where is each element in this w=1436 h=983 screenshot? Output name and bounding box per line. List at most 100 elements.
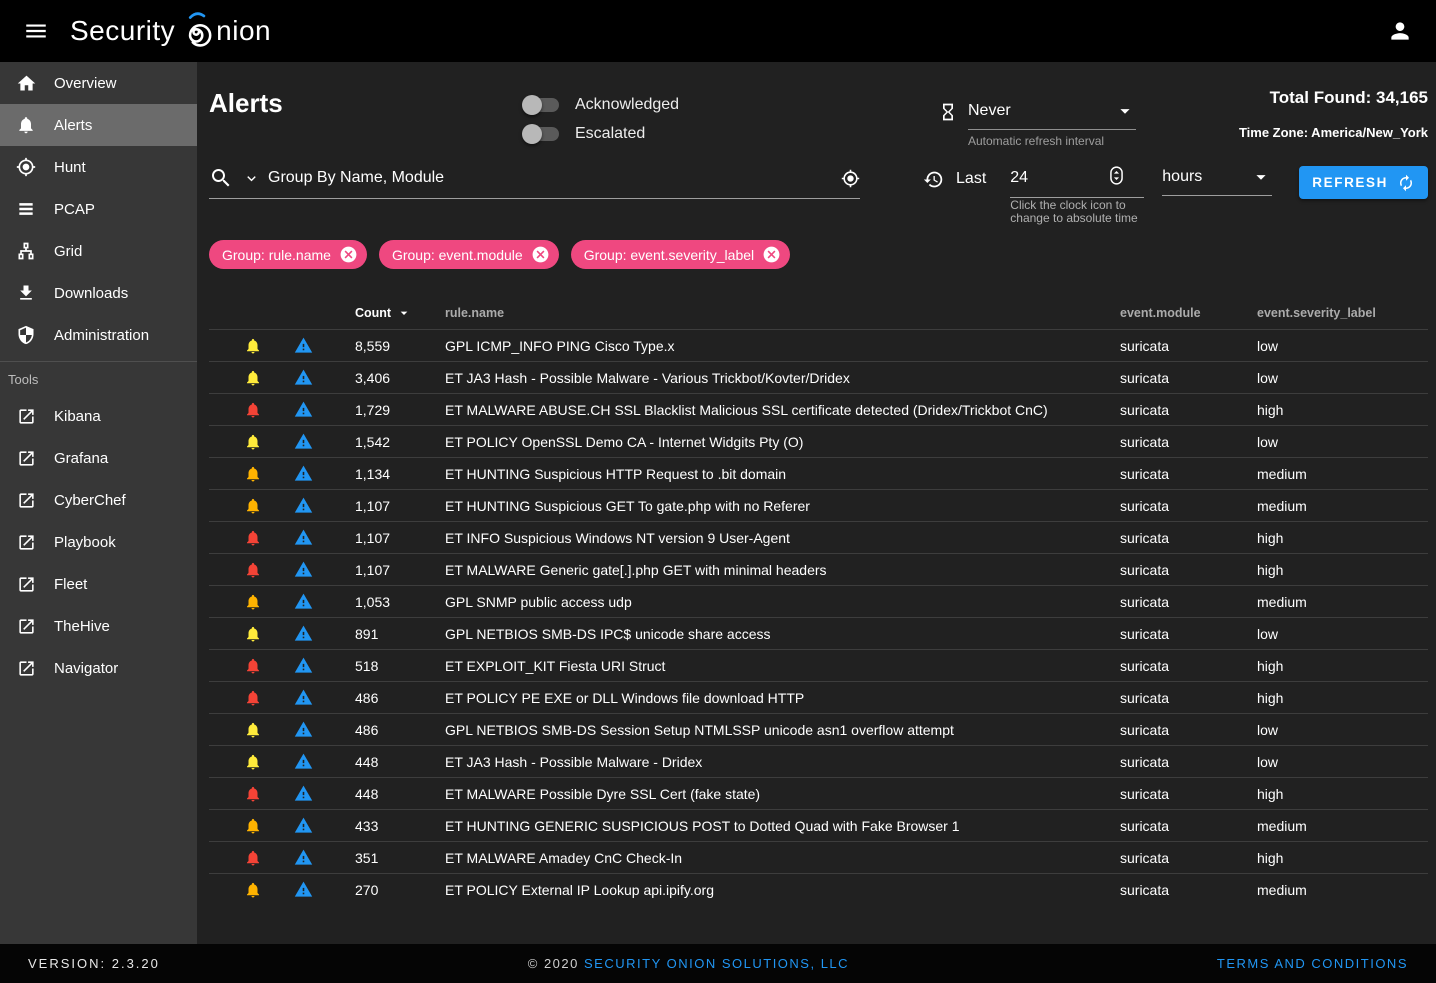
table-row[interactable]: 448 ET JA3 Hash - Possible Malware - Dri… [209,745,1428,777]
alert-info-icon[interactable] [283,848,323,867]
alert-info-icon[interactable] [283,688,323,707]
user-account-icon[interactable] [1380,11,1420,51]
table-row[interactable]: 1,107 ET MALWARE Generic gate[.].php GET… [209,553,1428,585]
severity-bell-icon[interactable] [223,497,283,515]
sidebar-tool-grafana[interactable]: Grafana [0,437,197,479]
chip-group-event-module[interactable]: Group: event.module [379,240,559,269]
sidebar-item-grid[interactable]: Grid [0,230,197,272]
alert-info-icon[interactable] [283,592,323,611]
rule-name-cell: ET INFO Suspicious Windows NT version 9 … [445,530,1120,546]
sidebar-item-alerts[interactable]: Alerts [0,104,197,146]
severity-bell-icon[interactable] [223,561,283,579]
sidebar-item-administration[interactable]: Administration [0,314,197,356]
sidebar-tool-cyberchef[interactable]: CyberChef [0,479,197,521]
table-row[interactable]: 8,559 GPL ICMP_INFO PING Cisco Type.x su… [209,329,1428,361]
sidebar-tool-playbook[interactable]: Playbook [0,521,197,563]
severity-bell-icon[interactable] [223,625,283,643]
alert-info-icon[interactable] [283,400,323,419]
terms-and-conditions-link[interactable]: TERMS AND CONDITIONS [1217,956,1408,971]
alert-info-icon[interactable] [283,496,323,515]
table-row[interactable]: 1,542 ET POLICY OpenSSL Demo CA - Intern… [209,425,1428,457]
severity-bell-icon[interactable] [223,401,283,419]
table-row[interactable]: 891 GPL NETBIOS SMB-DS IPC$ unicode shar… [209,617,1428,649]
acknowledged-toggle[interactable] [525,98,559,112]
query-target-icon[interactable] [841,169,860,188]
alert-info-icon[interactable] [283,752,323,771]
sidebar-tool-thehive[interactable]: TheHive [0,605,197,647]
alert-info-icon[interactable] [283,880,323,899]
sidebar-item-pcap[interactable]: PCAP [0,188,197,230]
group-filter-chips: Group: rule.name Group: event.module Gro… [209,240,1428,269]
alert-info-icon[interactable] [283,464,323,483]
table-row[interactable]: 448 ET MALWARE Possible Dyre SSL Cert (f… [209,777,1428,809]
severity-bell-icon[interactable] [223,689,283,707]
column-header-rule-name[interactable]: rule.name [445,306,1120,320]
duration-input[interactable] [1010,169,1110,187]
alert-info-icon[interactable] [283,816,323,835]
sidebar-tool-navigator[interactable]: Navigator [0,647,197,689]
table-row[interactable]: 1,729 ET MALWARE ABUSE.CH SSL Blacklist … [209,393,1428,425]
sidebar-item-overview[interactable]: Overview [0,62,197,104]
table-row[interactable]: 486 ET POLICY PE EXE or DLL Windows file… [209,681,1428,713]
severity-bell-icon[interactable] [223,849,283,867]
severity-bell-icon[interactable] [223,657,283,675]
table-row[interactable]: 518 ET EXPLOIT_KIT Fiesta URI Struct sur… [209,649,1428,681]
severity-bell-icon[interactable] [223,593,283,611]
menu-icon[interactable] [16,11,56,51]
company-link[interactable]: SECURITY ONION SOLUTIONS, LLC [584,956,849,971]
alert-info-icon[interactable] [283,560,323,579]
search-input[interactable] [268,169,841,187]
event-module-cell: suricata [1120,722,1257,738]
table-row[interactable]: 351 ET MALWARE Amadey CnC Check-In suric… [209,841,1428,873]
alert-info-icon[interactable] [283,336,323,355]
column-header-event-module[interactable]: event.module [1120,306,1257,320]
chip-close-icon[interactable] [762,245,781,264]
severity-bell-icon[interactable] [223,369,283,387]
table-row[interactable]: 1,107 ET HUNTING Suspicious GET To gate.… [209,489,1428,521]
severity-bell-icon[interactable] [223,529,283,547]
sidebar-item-label: Grid [54,243,82,260]
duration-unit-select[interactable]: hours [1162,166,1272,196]
table-row[interactable]: 486 GPL NETBIOS SMB-DS Session Setup NTM… [209,713,1428,745]
severity-bell-icon[interactable] [223,753,283,771]
alert-info-icon[interactable] [283,528,323,547]
column-header-event-severity-label[interactable]: event.severity_label [1257,306,1428,320]
severity-bell-icon[interactable] [223,433,283,451]
chip-close-icon[interactable] [531,245,550,264]
search-icon[interactable] [209,166,233,190]
sidebar-item-label: Alerts [54,117,92,134]
table-row[interactable]: 3,406 ET JA3 Hash - Possible Malware - V… [209,361,1428,393]
severity-bell-icon[interactable] [223,881,283,899]
alert-info-icon[interactable] [283,784,323,803]
table-row[interactable]: 270 ET POLICY External IP Lookup api.ipi… [209,873,1428,905]
column-header-count[interactable]: Count [323,305,445,321]
alert-info-icon[interactable] [283,624,323,643]
sidebar-tool-fleet[interactable]: Fleet [0,563,197,605]
severity-bell-icon[interactable] [223,817,283,835]
chip-close-icon[interactable] [339,245,358,264]
alert-info-icon[interactable] [283,432,323,451]
table-row[interactable]: 1,053 GPL SNMP public access udp suricat… [209,585,1428,617]
sidebar-tool-kibana[interactable]: Kibana [0,395,197,437]
refresh-button[interactable]: REFRESH [1299,166,1428,199]
rule-name-cell: GPL NETBIOS SMB-DS Session Setup NTMLSSP… [445,722,1120,738]
alert-info-icon[interactable] [283,368,323,387]
table-row[interactable]: 433 ET HUNTING GENERIC SUSPICIOUS POST t… [209,809,1428,841]
severity-bell-icon[interactable] [223,721,283,739]
sidebar-item-hunt[interactable]: Hunt [0,146,197,188]
stepper-icon[interactable] [1110,166,1123,190]
severity-bell-icon[interactable] [223,465,283,483]
alert-info-icon[interactable] [283,656,323,675]
refresh-interval-select[interactable]: Never [968,100,1136,130]
table-row[interactable]: 1,107 ET INFO Suspicious Windows NT vers… [209,521,1428,553]
severity-bell-icon[interactable] [223,337,283,355]
table-row[interactable]: 1,134 ET HUNTING Suspicious HTTP Request… [209,457,1428,489]
sidebar-item-downloads[interactable]: Downloads [0,272,197,314]
alert-info-icon[interactable] [283,720,323,739]
search-history-chevron-icon[interactable] [243,170,260,187]
chip-group-event-severity-label[interactable]: Group: event.severity_label [571,240,790,269]
escalated-toggle[interactable] [525,127,559,141]
history-clock-icon[interactable] [923,169,944,190]
severity-bell-icon[interactable] [223,785,283,803]
chip-group-rule-name[interactable]: Group: rule.name [209,240,367,269]
